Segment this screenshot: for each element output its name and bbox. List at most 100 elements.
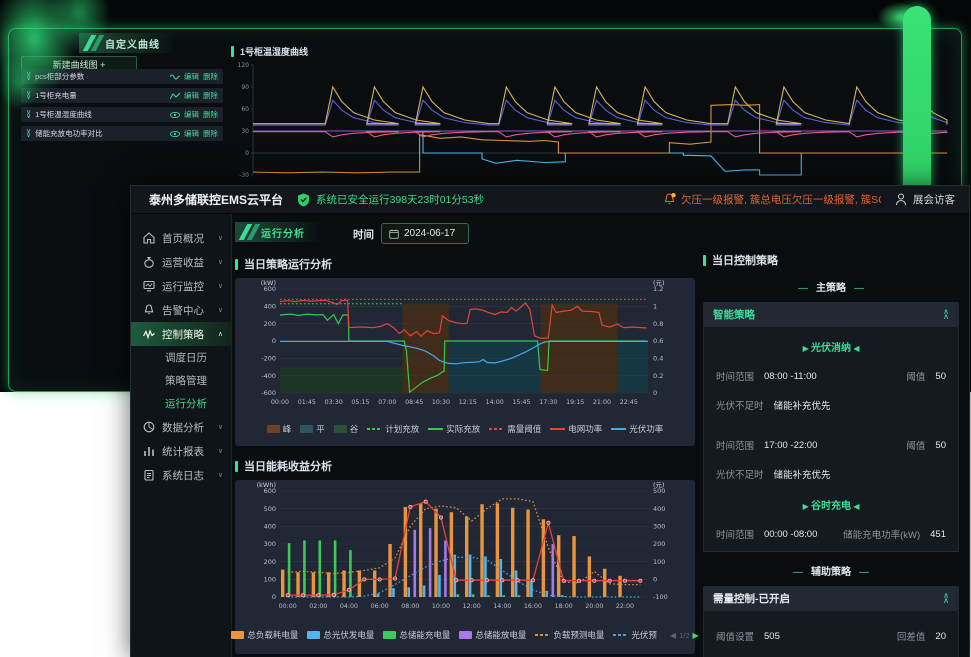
sidebar-subitem-strategy-management[interactable]: 策略管理 — [131, 369, 231, 392]
svg-text:22:45: 22:45 — [620, 399, 638, 406]
delete-button[interactable]: 删除 — [203, 128, 218, 139]
svg-text:0.2: 0.2 — [653, 372, 663, 380]
svg-text:18:00: 18:00 — [555, 603, 573, 610]
sidebar-item-control-strategy[interactable]: 控制策略∧ — [131, 322, 231, 346]
energy-chart-title-label: 当日能耗收益分析 — [244, 458, 332, 474]
curve-list-item[interactable]: ∨∨ 储能充放电功率对比 编辑 删除 — [21, 126, 223, 141]
row-label: 光伏不足时 — [716, 467, 764, 481]
sidebar-item-label: 统计报表 — [162, 444, 204, 459]
row-label2: 储能充电功率(kW) — [843, 527, 920, 541]
sidebar-item-label: 控制策略 — [162, 327, 204, 342]
user-icon[interactable] — [895, 193, 907, 206]
legend-next-arrow[interactable]: ▶ — [693, 631, 699, 640]
run-analysis-banner: 运行分析 — [235, 222, 321, 242]
legend-item-actual[interactable]: 实际充放 — [428, 423, 480, 435]
strategy-row: 时间范围 00:00 -08:00 储能充电功率(kW) 451 — [704, 527, 958, 541]
sidebar-item-reports[interactable]: 统计报表∨ — [131, 439, 231, 463]
strategy-chart-title-label: 当日策略运行分析 — [244, 256, 332, 272]
svg-text:0: 0 — [272, 337, 276, 345]
curve-list-item[interactable]: ∨∨ 1号柜充电量 编辑 删除 — [21, 88, 223, 103]
curve-list-item[interactable]: ∨∨ 1号柜温湿度曲线 编辑 删除 — [21, 107, 223, 122]
date-picker[interactable]: 2024-06-17 — [381, 223, 469, 244]
alarm-bell-icon[interactable] — [662, 192, 677, 207]
curve-list-item[interactable]: ∨∨ pcs柜部分参数 编辑 删除 — [21, 69, 223, 84]
delete-button[interactable]: 删除 — [203, 90, 218, 101]
svg-text:(kW): (kW) — [261, 279, 276, 287]
sidebar-subitem-run-analysis[interactable]: 运行分析 — [131, 392, 231, 415]
smart-strategy-card-header[interactable]: 智能策略 ∧∧ — [703, 302, 959, 327]
user-name[interactable]: 展会访客 — [913, 192, 955, 207]
sidebar-item-alerts[interactable]: 告警中心∨ — [131, 298, 231, 322]
run-analysis-banner-label: 运行分析 — [261, 225, 305, 240]
strategy-chart[interactable]: 6004002000-200-400-6001.210.80.60.40.20(… — [236, 279, 694, 417]
legend-label: 光伏功率 — [629, 423, 663, 435]
svg-text:400: 400 — [653, 505, 665, 513]
legend-item-pv-power[interactable]: 光伏功率 — [611, 423, 663, 435]
collapse-chevron-icon[interactable]: ∧∧ — [943, 310, 949, 319]
svg-text:-600: -600 — [261, 389, 276, 397]
legend-swatch — [334, 425, 347, 433]
sidebar-item-system-log[interactable]: 系统日志∨ — [131, 463, 231, 487]
app-topbar: 泰州多储联控EMS云平台 系统已安全运行398天23时01分53秒 欠压一级报警… — [131, 186, 969, 214]
legend-item-pv-gen[interactable]: 总光伏发电量 — [307, 629, 374, 641]
svg-text:16:00: 16:00 — [524, 603, 542, 610]
legend-item-flat[interactable]: 平 — [300, 423, 325, 435]
demand-control-card-header[interactable]: 需量控制-已开启 ∧∧ — [703, 586, 959, 611]
svg-text:-200: -200 — [261, 355, 276, 363]
edit-button[interactable]: 编辑 — [184, 109, 199, 120]
sidebar-item-revenue[interactable]: 运营收益∨ — [131, 250, 231, 274]
temperature-humidity-chart[interactable]: 1209060300-30 — [227, 59, 953, 181]
legend-swatch — [535, 634, 550, 636]
legend-item-planned[interactable]: 计划充放 — [367, 423, 419, 435]
legend-item-demand-threshold[interactable]: 需量阈值 — [489, 423, 541, 435]
legend-prev-arrow[interactable]: ◀ — [670, 631, 676, 640]
edit-button[interactable]: 编辑 — [184, 128, 199, 139]
svg-text:02:00: 02:00 — [309, 603, 327, 610]
legend-label: 光伏预 — [631, 629, 657, 641]
valley-charge-group-title: 谷时充电 — [704, 497, 958, 512]
sidebar-item-monitor[interactable]: 运行监控∨ — [131, 274, 231, 298]
strategy-row: 时间范围 17:00 -22:00 阈值 50 — [704, 438, 958, 452]
delete-button[interactable]: 删除 — [203, 71, 218, 82]
svg-text:90: 90 — [241, 84, 249, 91]
sidebar-item-data-analysis[interactable]: 数据分析∨ — [131, 415, 231, 439]
money-bag-icon — [143, 256, 155, 268]
delete-button[interactable]: 删除 — [203, 109, 218, 120]
legend-item-load-forecast[interactable]: 负载预测电量 — [535, 629, 604, 641]
legend-label: 电网功率 — [568, 423, 602, 435]
strategy-row: 阈值设置 505 回差值 20 — [704, 629, 958, 643]
time-label: 时间 — [353, 227, 374, 242]
wave-icon — [170, 73, 180, 81]
sidebar-subitem-dispatch-calendar[interactable]: 调度日历 — [131, 346, 231, 369]
legend-item-peak[interactable]: 峰 — [267, 423, 292, 435]
edit-button[interactable]: 编辑 — [184, 71, 199, 82]
strategy-row: 光伏不足时 储能补充优先 — [704, 467, 958, 481]
svg-text:05:15: 05:15 — [351, 399, 369, 406]
svg-text:08:45: 08:45 — [405, 399, 423, 406]
svg-text:22:00: 22:00 — [616, 603, 634, 610]
legend-item-grid-power[interactable]: 电网功率 — [550, 423, 602, 435]
svg-text:01:45: 01:45 — [298, 399, 316, 406]
legend-item-pv-forecast[interactable]: 光伏预 — [613, 629, 657, 641]
edit-button[interactable]: 编辑 — [184, 90, 199, 101]
legend-label: 平 — [316, 423, 325, 435]
energy-chart-legend: 总负载耗电量 总光伏发电量 总储能充电量 总储能放电量 负载预测电量 光伏预 ◀… — [236, 629, 694, 641]
legend-swatch — [459, 631, 472, 639]
clipboard-icon — [143, 469, 155, 481]
row-label: 阈值设置 — [716, 629, 754, 643]
legend-item-discharge[interactable]: 总储能放电量 — [459, 629, 526, 641]
alarm-ticker[interactable]: 欠压一级报警, 簇总电压欠压一级报警, 簇SO — [681, 192, 881, 207]
legend-item-valley[interactable]: 谷 — [334, 423, 359, 435]
pv-absorb-group-title: 光伏消纳 — [704, 339, 958, 354]
legend-item-charge[interactable]: 总储能充电量 — [383, 629, 450, 641]
legend-item-load[interactable]: 总负载耗电量 — [231, 629, 298, 641]
row-label: 时间范围 — [716, 527, 754, 541]
legend-swatch — [428, 428, 443, 430]
sidebar-item-home[interactable]: 首页概况∨ — [131, 226, 231, 250]
title-tick — [235, 461, 238, 472]
energy-chart[interactable]: 60050040030020010005004003002001000-100(… — [236, 481, 694, 623]
svg-text:0: 0 — [653, 576, 657, 584]
subitem-label: 运行分析 — [165, 396, 207, 411]
sidebar-item-label: 首页概况 — [162, 231, 204, 246]
collapse-chevron-icon[interactable]: ∧∧ — [943, 594, 949, 603]
